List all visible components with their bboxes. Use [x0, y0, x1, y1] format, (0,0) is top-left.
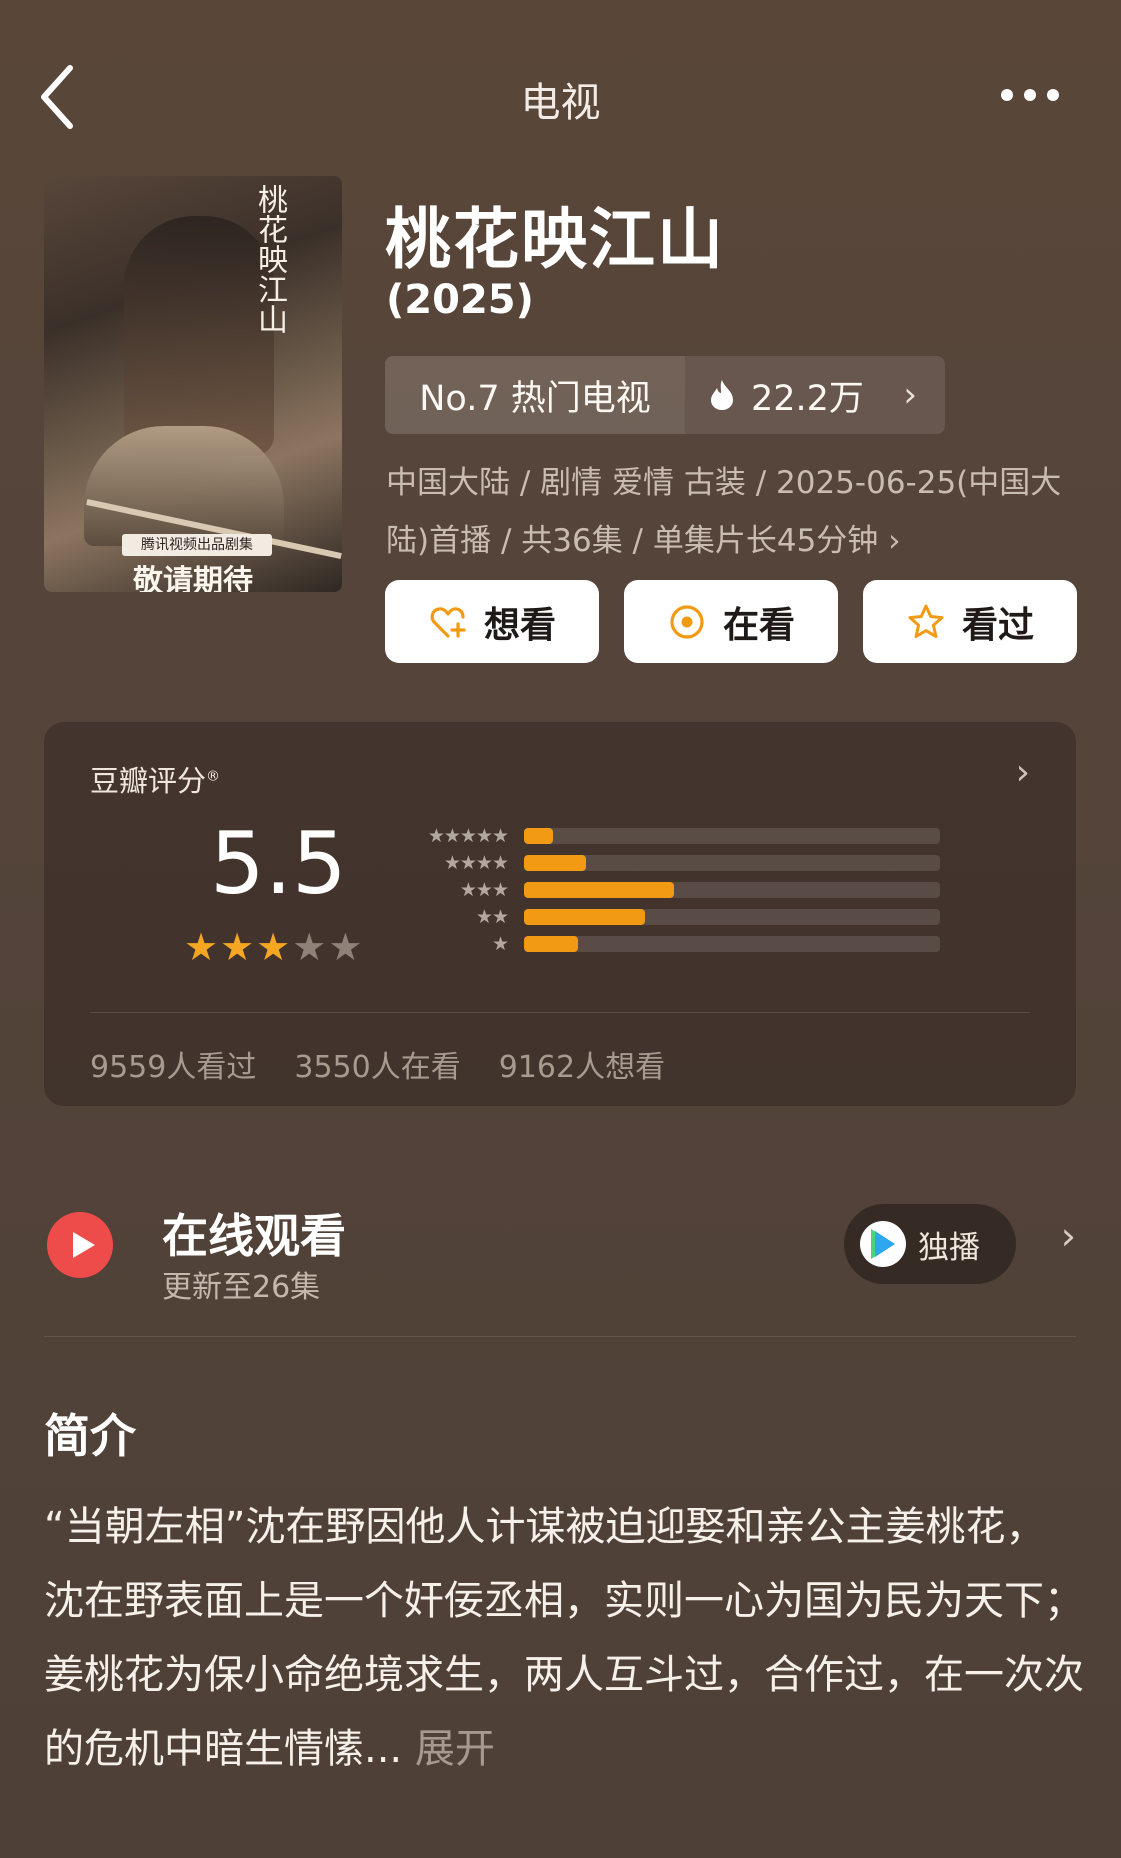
distribution-bar: [524, 935, 579, 952]
tencent-video-icon: [860, 1221, 906, 1267]
star-filled-icon: ★: [184, 925, 219, 969]
poster-image[interactable]: 桃花映江山 腾讯视频出品剧集 敬请期待: [44, 176, 342, 592]
count-watching: 3550人在看: [294, 1050, 461, 1085]
star-filled-icon: ★: [256, 925, 291, 969]
registered-mark: ®: [206, 768, 221, 785]
watch-title: 在线观看: [162, 1209, 346, 1263]
rating-counts: 9559人看过 3550人在看 9162人想看: [90, 1042, 665, 1086]
exclusive-label: 独播: [918, 1229, 980, 1266]
watch-subtitle: 更新至26集: [162, 1270, 321, 1305]
divider: [90, 1012, 1030, 1013]
rating-label: 豆瓣评分®: [90, 764, 221, 798]
page-title: 电视: [520, 80, 601, 126]
exclusive-badge[interactable]: 独播: [844, 1204, 1016, 1284]
count-want: 9162人想看: [498, 1050, 666, 1085]
distribution-stars-label: ★★★★★: [427, 824, 509, 847]
rating-score: 5.5: [210, 814, 347, 914]
distribution-stars-label: ★: [491, 932, 509, 955]
distribution-bar: [524, 881, 674, 898]
flame-icon: [711, 380, 733, 410]
star-empty-icon: ★: [328, 925, 363, 969]
watching-label: 在看: [722, 604, 795, 646]
action-buttons: 想看 在看 看过: [385, 580, 1077, 663]
rank-text: No.7 热门电视: [385, 356, 685, 434]
target-icon: [670, 604, 704, 639]
show-meta[interactable]: 中国大陆 / 剧情 爱情 古装 / 2025-06-25(中国大陆)首播 / 共…: [386, 454, 1086, 570]
distribution-track: [524, 935, 940, 952]
distribution-track: [524, 827, 940, 844]
distribution-row: ★★★★★: [398, 822, 940, 849]
synopsis-body: “当朝左相”沈在野因他人计谋被迫迎娶和亲公主姜桃花，沈在野表面上是一个奸佞丞相，…: [44, 1504, 1084, 1772]
heat-value: 22.2万: [751, 378, 864, 419]
more-dots-icon[interactable]: [1001, 80, 1071, 110]
expand-link[interactable]: 展开: [415, 1726, 495, 1772]
watched-label: 看过: [961, 604, 1034, 646]
poster-tagline: 敬请期待: [133, 564, 253, 592]
star-outline-icon: [908, 604, 944, 638]
distribution-bar: [524, 827, 554, 844]
distribution-row: ★★★: [398, 876, 940, 903]
poster-badge: 腾讯视频出品剧集: [122, 534, 272, 556]
distribution-stars-label: ★★★★: [443, 851, 509, 874]
chevron-right-icon: ›: [903, 375, 917, 415]
online-watch-row[interactable]: 在线观看 更新至26集 独播 ›: [44, 1200, 1076, 1330]
distribution-track: [524, 881, 940, 898]
play-icon: [47, 1212, 113, 1278]
want-to-watch-button[interactable]: 想看: [385, 580, 599, 663]
count-watched: 9559人看过: [90, 1050, 257, 1085]
distribution-row: ★★: [398, 903, 940, 930]
distribution-bar: [524, 854, 587, 871]
distribution-row: ★: [398, 930, 940, 957]
show-title: 桃花映江山: [385, 201, 725, 278]
distribution-stars-label: ★★: [475, 905, 509, 928]
star-filled-icon: ★: [220, 925, 255, 969]
poster-calligraphy: 桃花映江山: [252, 184, 287, 334]
heart-plus-icon: [430, 606, 466, 638]
watching-button[interactable]: 在看: [624, 580, 838, 663]
chevron-right-icon[interactable]: ›: [1016, 752, 1030, 793]
chevron-right-icon[interactable]: ›: [1061, 1214, 1076, 1258]
poster-figure-female: [84, 426, 284, 546]
show-year: (2025): [386, 277, 534, 323]
distribution-bar: [524, 908, 645, 925]
synopsis-text: “当朝左相”沈在野因他人计谋被迫迎娶和亲公主姜桃花，沈在野表面上是一个奸佞丞相，…: [44, 1490, 1084, 1786]
top-nav: 电视: [0, 0, 1121, 190]
distribution-track: [524, 854, 940, 871]
rating-card[interactable]: 豆瓣评分® › 5.5 ★ ★ ★ ★ ★ ★★★★★ ★★★★ ★★★ ★★ ★ 9559人看…: [44, 722, 1076, 1106]
rating-stars: ★ ★ ★ ★ ★: [184, 928, 362, 966]
rank-chip[interactable]: No.7 热门电视 22.2万 ›: [385, 356, 945, 434]
divider: [44, 1336, 1076, 1337]
watched-button[interactable]: 看过: [863, 580, 1077, 663]
distribution-track: [524, 908, 940, 925]
distribution-row: ★★★★: [398, 849, 940, 876]
star-empty-icon: ★: [292, 925, 327, 969]
distribution-stars-label: ★★★: [459, 878, 509, 901]
want-label: 想看: [483, 604, 556, 646]
synopsis-title: 简介: [44, 1409, 136, 1463]
rating-distribution: ★★★★★ ★★★★ ★★★ ★★ ★: [398, 822, 940, 957]
heat-section: 22.2万 ›: [685, 356, 945, 434]
